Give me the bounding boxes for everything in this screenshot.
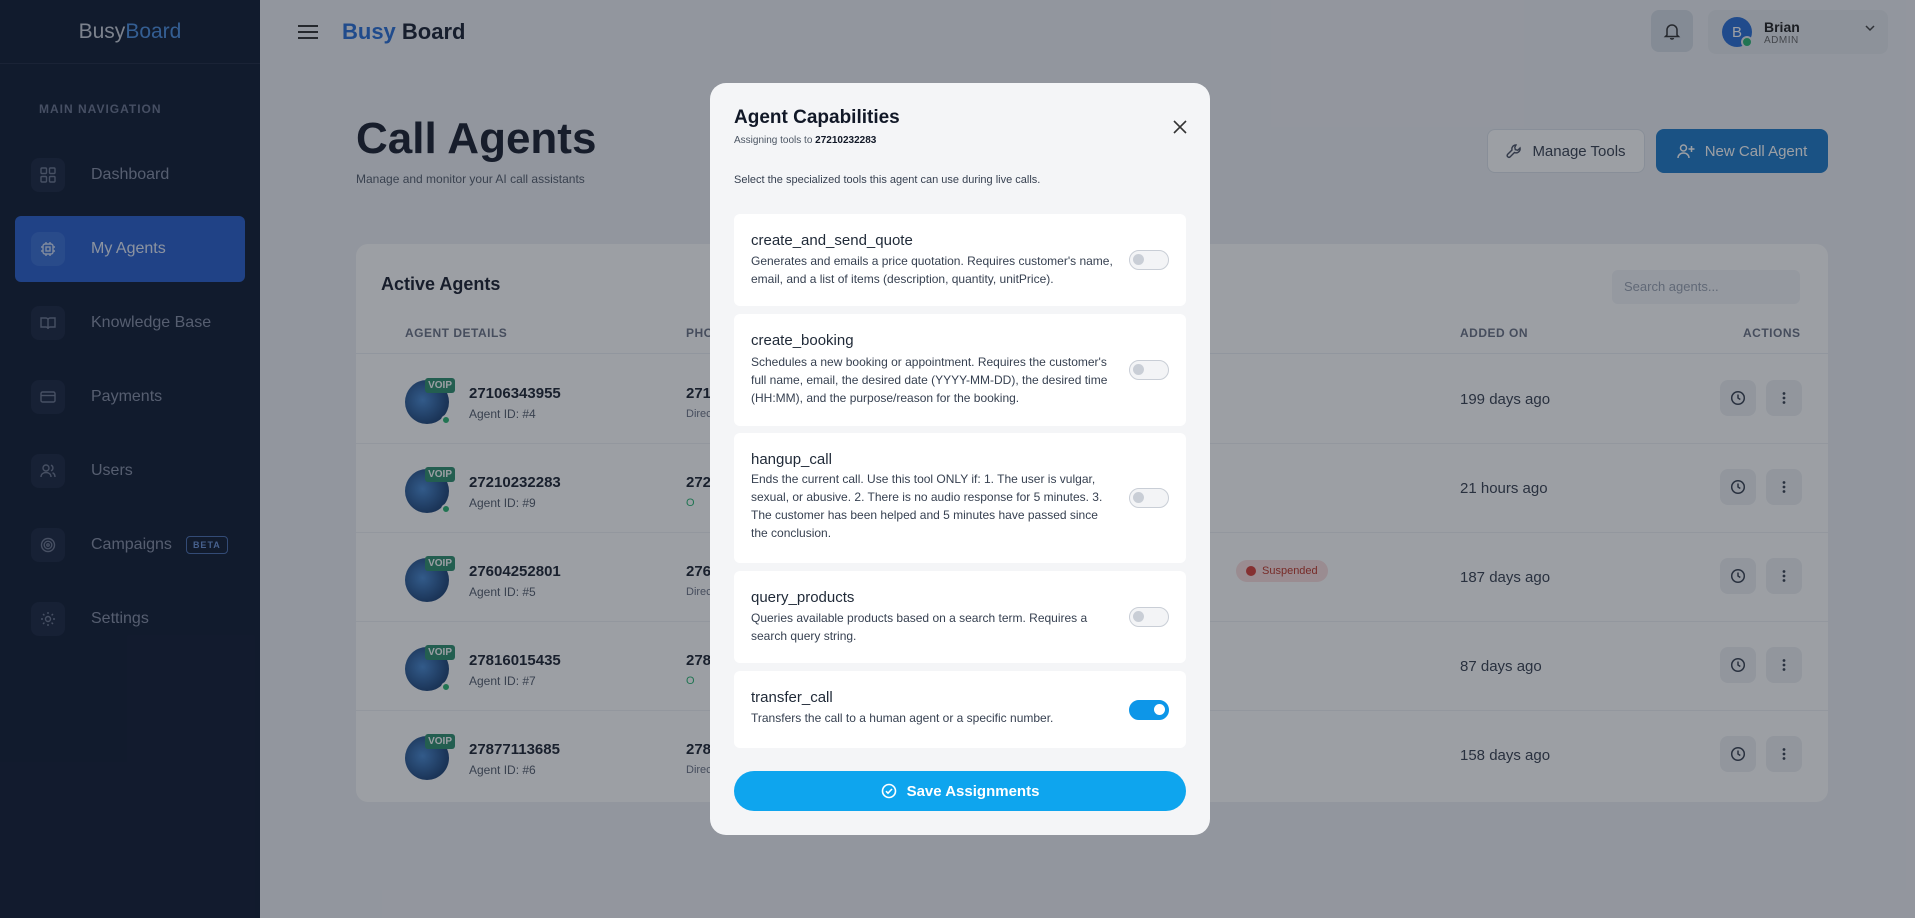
tool-name: transfer_call bbox=[751, 689, 833, 706]
tool-description: Schedules a new booking or appointment. … bbox=[751, 355, 1108, 405]
toggle-knob bbox=[1133, 254, 1144, 265]
tool-item-create-and-send-quote: create_and_send_quote Generates and emai… bbox=[734, 214, 1186, 306]
tool-toggle[interactable] bbox=[1129, 488, 1169, 508]
tool-name: create_and_send_quote bbox=[751, 232, 913, 249]
tool-item-query-products: query_products Queries available product… bbox=[734, 571, 1186, 663]
modal-title: Agent Capabilities bbox=[734, 107, 900, 128]
toggle-knob bbox=[1133, 611, 1144, 622]
tool-item-hangup-call: hangup_call Ends the current call. Use t… bbox=[734, 433, 1186, 563]
tool-description: Ends the current call. Use this tool ONL… bbox=[751, 472, 1103, 540]
modal-subtitle-prefix: Assigning tools to bbox=[734, 135, 813, 146]
tool-item-create-booking: create_booking Schedules a new booking o… bbox=[734, 314, 1186, 426]
tool-name: query_products bbox=[751, 589, 855, 606]
tool-item-transfer-call: transfer_call Transfers the call to a hu… bbox=[734, 671, 1186, 748]
modal-description: Select the specialized tools this agent … bbox=[734, 174, 1041, 186]
modal-subtitle-agent: 27210232283 bbox=[815, 135, 877, 146]
tool-description: Generates and emails a price quotation. … bbox=[751, 254, 1113, 286]
tool-toggle[interactable] bbox=[1129, 250, 1169, 270]
save-assignments-label: Save Assignments bbox=[906, 782, 1040, 800]
toggle-knob bbox=[1154, 704, 1165, 715]
tool-description: Queries available products based on a se… bbox=[751, 611, 1088, 643]
modal-subtitle: Assigning tools to 27210232283 bbox=[734, 135, 876, 146]
close-icon[interactable] bbox=[1171, 118, 1189, 136]
check-circle-icon bbox=[881, 783, 896, 799]
tool-name: hangup_call bbox=[751, 451, 832, 468]
toggle-knob bbox=[1133, 364, 1144, 375]
save-assignments-button[interactable]: Save Assignments bbox=[734, 771, 1186, 811]
tool-toggle[interactable] bbox=[1129, 700, 1169, 720]
agent-capabilities-modal: Agent Capabilities Assigning tools to 27… bbox=[710, 83, 1210, 835]
tool-description: Transfers the call to a human agent or a… bbox=[751, 711, 1054, 725]
tool-toggle[interactable] bbox=[1129, 360, 1169, 380]
tool-toggle[interactable] bbox=[1129, 607, 1169, 627]
toggle-knob bbox=[1133, 492, 1144, 503]
tool-name: create_booking bbox=[751, 332, 854, 349]
